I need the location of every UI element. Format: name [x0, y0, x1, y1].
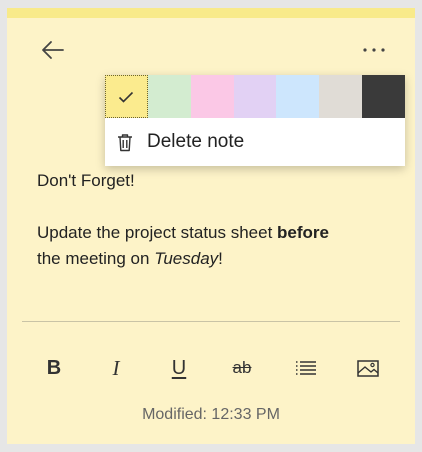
color-swatch[interactable] [362, 75, 406, 118]
note-text: ! [218, 249, 223, 268]
color-swatch-row [105, 75, 406, 118]
more-options-button[interactable] [357, 36, 391, 64]
insert-image-button[interactable] [350, 353, 386, 383]
color-swatch[interactable] [105, 75, 148, 118]
note-line: Update the project status sheet before [37, 220, 387, 246]
color-swatch[interactable] [319, 75, 363, 118]
delete-note-label: Delete note [147, 131, 245, 152]
underline-button[interactable]: U [161, 353, 197, 383]
color-swatch[interactable] [276, 75, 320, 118]
note-line: Don't Forget! [37, 168, 387, 194]
checkmark-icon [119, 91, 134, 103]
color-swatch[interactable] [147, 75, 191, 118]
note-bold-text: before [277, 223, 330, 242]
note-color-strip [7, 8, 415, 18]
delete-note-menu-item[interactable]: Delete note [105, 118, 405, 166]
bold-button[interactable]: B [36, 353, 72, 383]
note-body[interactable]: Don't Forget! Update the project status … [37, 168, 387, 272]
note-text: the meeting on [37, 249, 155, 268]
image-icon [357, 359, 379, 377]
note-text: Don't Forget! [37, 171, 135, 190]
note-options-menu: Delete note [105, 75, 406, 166]
trash-icon [118, 133, 132, 151]
ellipsis-icon [363, 48, 385, 52]
arrow-left-icon [42, 41, 64, 59]
toolbar-divider [22, 321, 400, 322]
strikethrough-button[interactable]: ab [224, 353, 260, 383]
sticky-note-window: Delete note Don't Forget! Update the pro… [7, 8, 415, 444]
color-swatch[interactable] [190, 75, 234, 118]
color-swatch[interactable] [233, 75, 277, 118]
modified-timestamp: Modified: 12:33 PM [142, 406, 280, 423]
back-button[interactable] [35, 36, 71, 64]
italic-button[interactable]: I [98, 353, 134, 383]
note-italic-text: Tuesday [154, 249, 219, 268]
note-text: Update the project status sheet [37, 223, 278, 242]
note-line: the meeting on Tuesday! [37, 246, 387, 272]
bullet-list-button[interactable] [288, 353, 324, 383]
bullet-list-icon [296, 361, 316, 375]
